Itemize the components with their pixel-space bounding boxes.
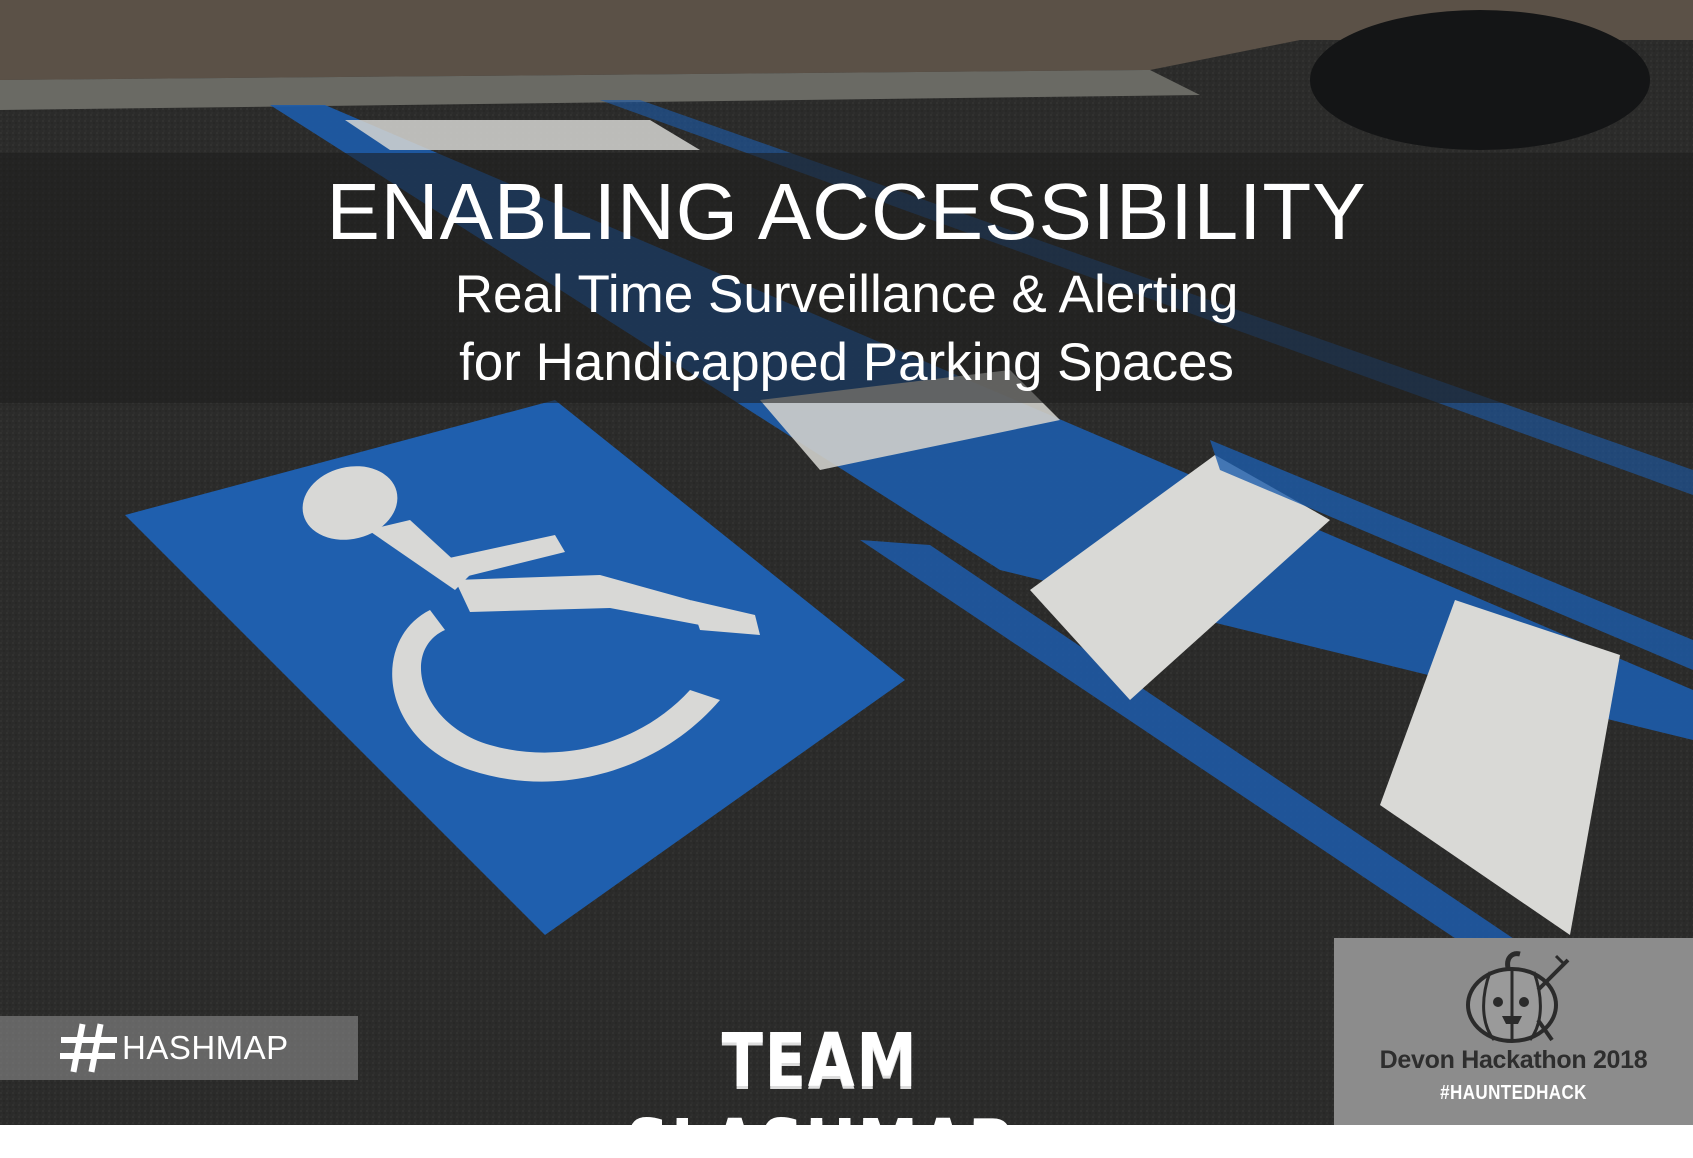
slide-subtitle-line-2: for Handicapped Parking Spaces [459,333,1234,392]
slide-title: ENABLING ACCESSIBILITY [326,167,1367,256]
event-name: Devon Hackathon 2018 [1379,1046,1648,1074]
event-hashtag: #HAUNTEDHACK [1440,1082,1587,1104]
hash-icon [60,1023,117,1073]
team-name: TEAM SLASHMAP [626,1018,1013,1125]
slide-subtitle-line-1: Real Time Surveillance & Alerting [454,265,1239,324]
sponsor-logo-text: HASHMAP [122,1029,289,1066]
pumpkin-icon [1466,951,1570,1043]
slide: ENABLING ACCESSIBILITY Real Time Surveil… [0,0,1693,1125]
sponsor-logo: HASHMAP [60,1020,289,1076]
